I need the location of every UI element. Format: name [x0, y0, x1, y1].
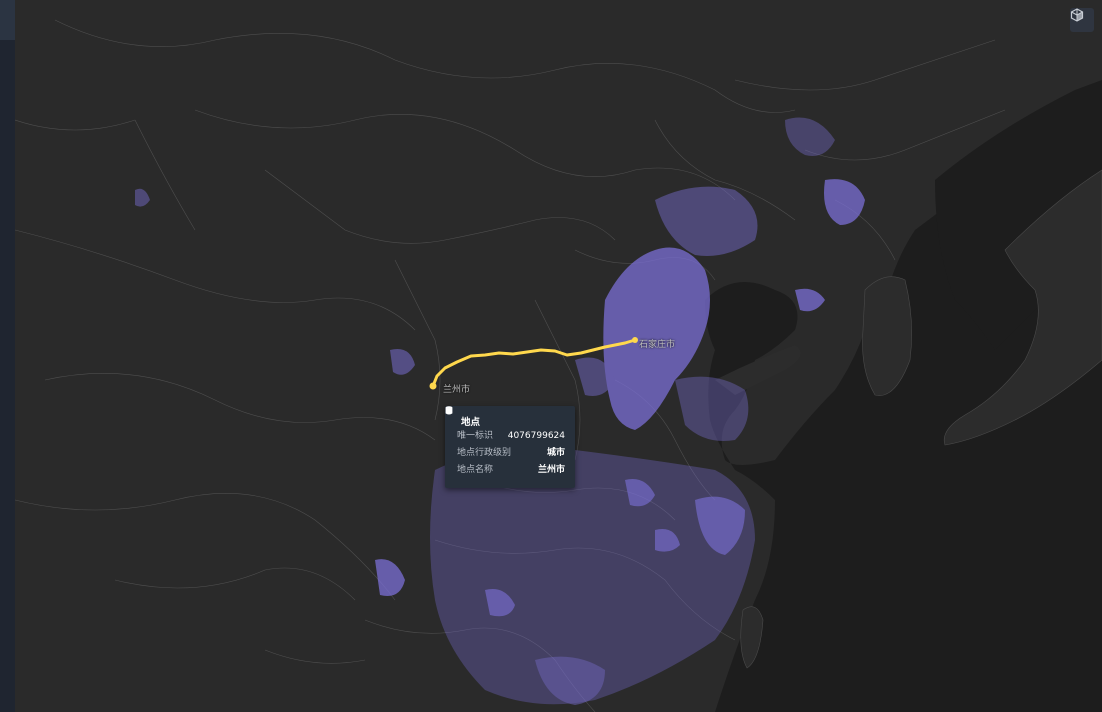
popup-row: 地点行政级别 城市 — [457, 445, 565, 462]
popup-value: 城市 — [546, 448, 565, 458]
popup-value: 兰州市 — [537, 465, 565, 475]
3d-view-icon — [1070, 8, 1084, 22]
popup-header: 地点 — [445, 406, 565, 428]
popup-key: 地点行政级别 — [457, 448, 512, 458]
city-label-lanzhou: 兰州市 — [443, 385, 471, 395]
route-end-marker[interactable] — [632, 337, 638, 343]
route-start-marker[interactable] — [429, 382, 437, 390]
popup-key: 地点名称 — [457, 465, 494, 475]
map-canvas[interactable]: 兰州市 石家庄市 地点 唯一标识 4076799624 地点行政级别 城市 地点… — [15, 0, 1102, 712]
map-app: 兰州市 石家庄市 地点 唯一标识 4076799624 地点行政级别 城市 地点… — [0, 0, 1102, 712]
city-label-shijiazhuang: 石家庄市 — [639, 340, 676, 350]
popup-title: 地点 — [461, 417, 481, 428]
popup-key: 唯一标识 — [457, 431, 494, 441]
popup-value: 4076799624 — [507, 431, 565, 441]
feature-popup: 地点 唯一标识 4076799624 地点行政级别 城市 地点名称 兰州市 — [445, 406, 575, 488]
left-sidebar-strip — [0, 0, 15, 712]
3d-view-button[interactable] — [1070, 8, 1094, 32]
popup-row: 地点名称 兰州市 — [457, 462, 565, 479]
popup-row: 唯一标识 4076799624 — [457, 428, 565, 445]
map-svg — [15, 0, 1102, 712]
sidebar-toggle-tab[interactable] — [0, 0, 15, 40]
